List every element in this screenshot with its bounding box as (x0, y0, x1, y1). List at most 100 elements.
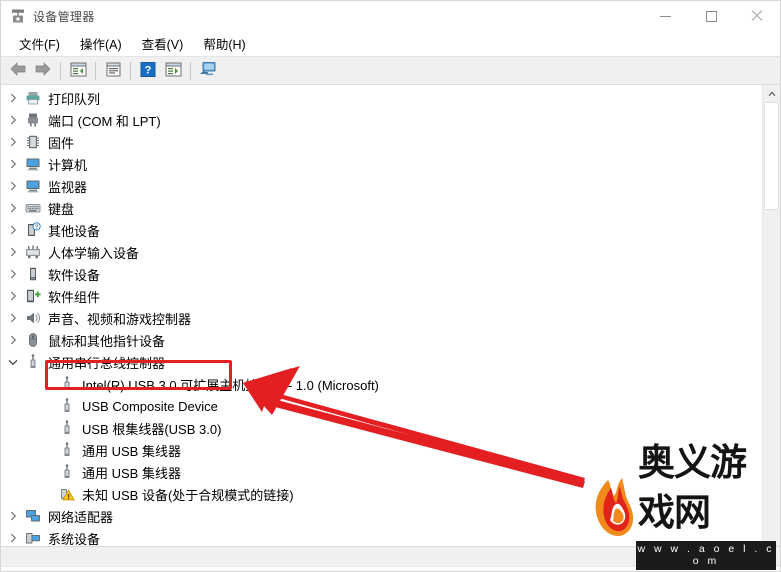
tree-item[interactable]: ? 其他设备 (1, 219, 762, 241)
printer-icon (25, 90, 41, 106)
tree-item[interactable]: 通用串行总线控制器 (1, 351, 762, 373)
show-hide-console-tree-icon (70, 62, 87, 80)
menu-item-action[interactable]: 操作(A) (70, 31, 132, 56)
tree-item-label: 打印队列 (48, 91, 101, 107)
tree-item[interactable]: 鼠标和其他指针设备 (1, 329, 762, 351)
toolbar-separator-1 (60, 61, 61, 80)
speaker-icon (25, 310, 41, 326)
minimize-button[interactable] (642, 1, 688, 31)
tree-item[interactable]: 人体学输入设备 (1, 241, 762, 263)
maximize-button[interactable] (688, 1, 734, 31)
tree-item-label: 声音、视频和游戏控制器 (48, 311, 192, 327)
scroll-up-button[interactable] (763, 85, 780, 102)
back-button[interactable] (6, 59, 30, 82)
chevron-right-icon[interactable] (5, 87, 21, 109)
chevron-up-icon (768, 91, 775, 96)
title-bar: 设备管理器 (1, 1, 780, 31)
close-button[interactable] (734, 1, 780, 31)
tree-item[interactable]: USB 根集线器(USB 3.0) (1, 417, 762, 439)
chevron-right-icon[interactable] (5, 285, 21, 307)
menu-item-file[interactable]: 文件(F) (9, 31, 70, 56)
software-component-icon (25, 288, 41, 304)
keyboard-icon (25, 200, 41, 216)
usb-icon (59, 420, 75, 436)
tree-item-label: 通用 USB 集线器 (82, 443, 181, 459)
tree-item-label: 通用串行总线控制器 (48, 355, 166, 371)
tree-item[interactable]: 键盘 (1, 197, 762, 219)
tree-item[interactable]: 声音、视频和游戏控制器 (1, 307, 762, 329)
tree-item[interactable]: 软件组件 (1, 285, 762, 307)
chevron-right-icon[interactable] (5, 197, 21, 219)
chevron-right-icon[interactable] (5, 527, 21, 546)
tree-item-label: 计算机 (48, 157, 88, 173)
forward-arrow-icon (34, 62, 52, 79)
tree-item-label: 人体学输入设备 (48, 245, 140, 261)
show-hide-console-tree-button[interactable] (66, 59, 90, 82)
maximize-icon (705, 10, 717, 22)
tree-item-label: 其他设备 (48, 223, 101, 239)
chevron-right-icon[interactable] (5, 131, 21, 153)
chevron-right-icon[interactable] (5, 175, 21, 197)
tree-item-label: 监视器 (48, 179, 88, 195)
watermark-url: w w w . a o e l . c o m (636, 541, 776, 570)
tree-item-label: 鼠标和其他指针设备 (48, 333, 166, 349)
window-title: 设备管理器 (33, 9, 95, 24)
firmware-icon (25, 134, 41, 150)
tree-item[interactable]: 计算机 (1, 153, 762, 175)
watermark-brand: 奥义游戏网 (638, 441, 747, 534)
tree-item-label: 端口 (COM 和 LPT) (48, 113, 161, 129)
flame-logo-icon (595, 478, 634, 536)
forward-button[interactable] (31, 59, 55, 82)
tree-item-label: Intel(R) USB 3.0 可扩展主机控制器 - 1.0 (Microso… (82, 377, 379, 393)
tree-item[interactable]: 端口 (COM 和 LPT) (1, 109, 762, 131)
usb-icon (59, 442, 75, 458)
chevron-right-icon[interactable] (5, 219, 21, 241)
tree-item[interactable]: USB Composite Device (1, 395, 762, 417)
properties-button[interactable] (101, 59, 125, 82)
chevron-right-icon[interactable] (5, 153, 21, 175)
toolbar: ? (1, 56, 780, 85)
warning-icon (59, 486, 76, 502)
chevron-right-icon[interactable] (5, 505, 21, 527)
device-manager-icon (10, 8, 26, 24)
chevron-right-icon[interactable] (5, 109, 21, 131)
tree-item[interactable]: 固件 (1, 131, 762, 153)
chevron-right-icon[interactable] (5, 241, 21, 263)
usb-icon (59, 464, 75, 480)
window-controls (642, 1, 780, 31)
scan-for-hardware-changes-button[interactable] (161, 59, 185, 82)
update-driver-button[interactable] (196, 59, 220, 82)
menu-item-help[interactable]: 帮助(H) (193, 31, 255, 56)
tree-item[interactable]: 打印队列 (1, 87, 762, 109)
back-arrow-icon (9, 62, 27, 79)
computer-icon (25, 156, 41, 172)
tree-item[interactable]: Intel(R) USB 3.0 可扩展主机控制器 - 1.0 (Microso… (1, 373, 762, 395)
tree-item-label: 未知 USB 设备(处于合规模式的链接) (82, 487, 294, 503)
help-icon: ? (140, 61, 156, 80)
tree-item-label: USB 根集线器(USB 3.0) (82, 421, 222, 437)
chevron-right-icon[interactable] (5, 307, 21, 329)
menu-item-view[interactable]: 查看(V) (132, 31, 194, 56)
toolbar-separator-2 (95, 61, 96, 80)
chevron-right-icon[interactable] (5, 263, 21, 285)
svg-text:?: ? (35, 225, 39, 231)
chevron-down-icon[interactable] (5, 351, 21, 373)
monitor-icon (25, 178, 41, 194)
chevron-right-icon[interactable] (5, 329, 21, 351)
system-device-icon (25, 530, 41, 546)
vertical-scroll-thumb[interactable] (764, 102, 779, 210)
toolbar-separator-4 (190, 61, 191, 80)
scan-for-hardware-changes-icon (165, 62, 182, 80)
properties-icon (105, 62, 122, 80)
usb-icon (59, 376, 75, 392)
site-watermark: 奥义游戏网 w w w . a o e l . c o m (592, 441, 778, 570)
port-icon (25, 112, 41, 128)
help-button[interactable]: ? (136, 59, 160, 82)
tree-item[interactable]: 监视器 (1, 175, 762, 197)
tree-item[interactable]: 软件设备 (1, 263, 762, 285)
other-device-icon: ? (25, 222, 41, 238)
toolbar-separator-3 (130, 61, 131, 80)
network-icon (25, 508, 41, 524)
